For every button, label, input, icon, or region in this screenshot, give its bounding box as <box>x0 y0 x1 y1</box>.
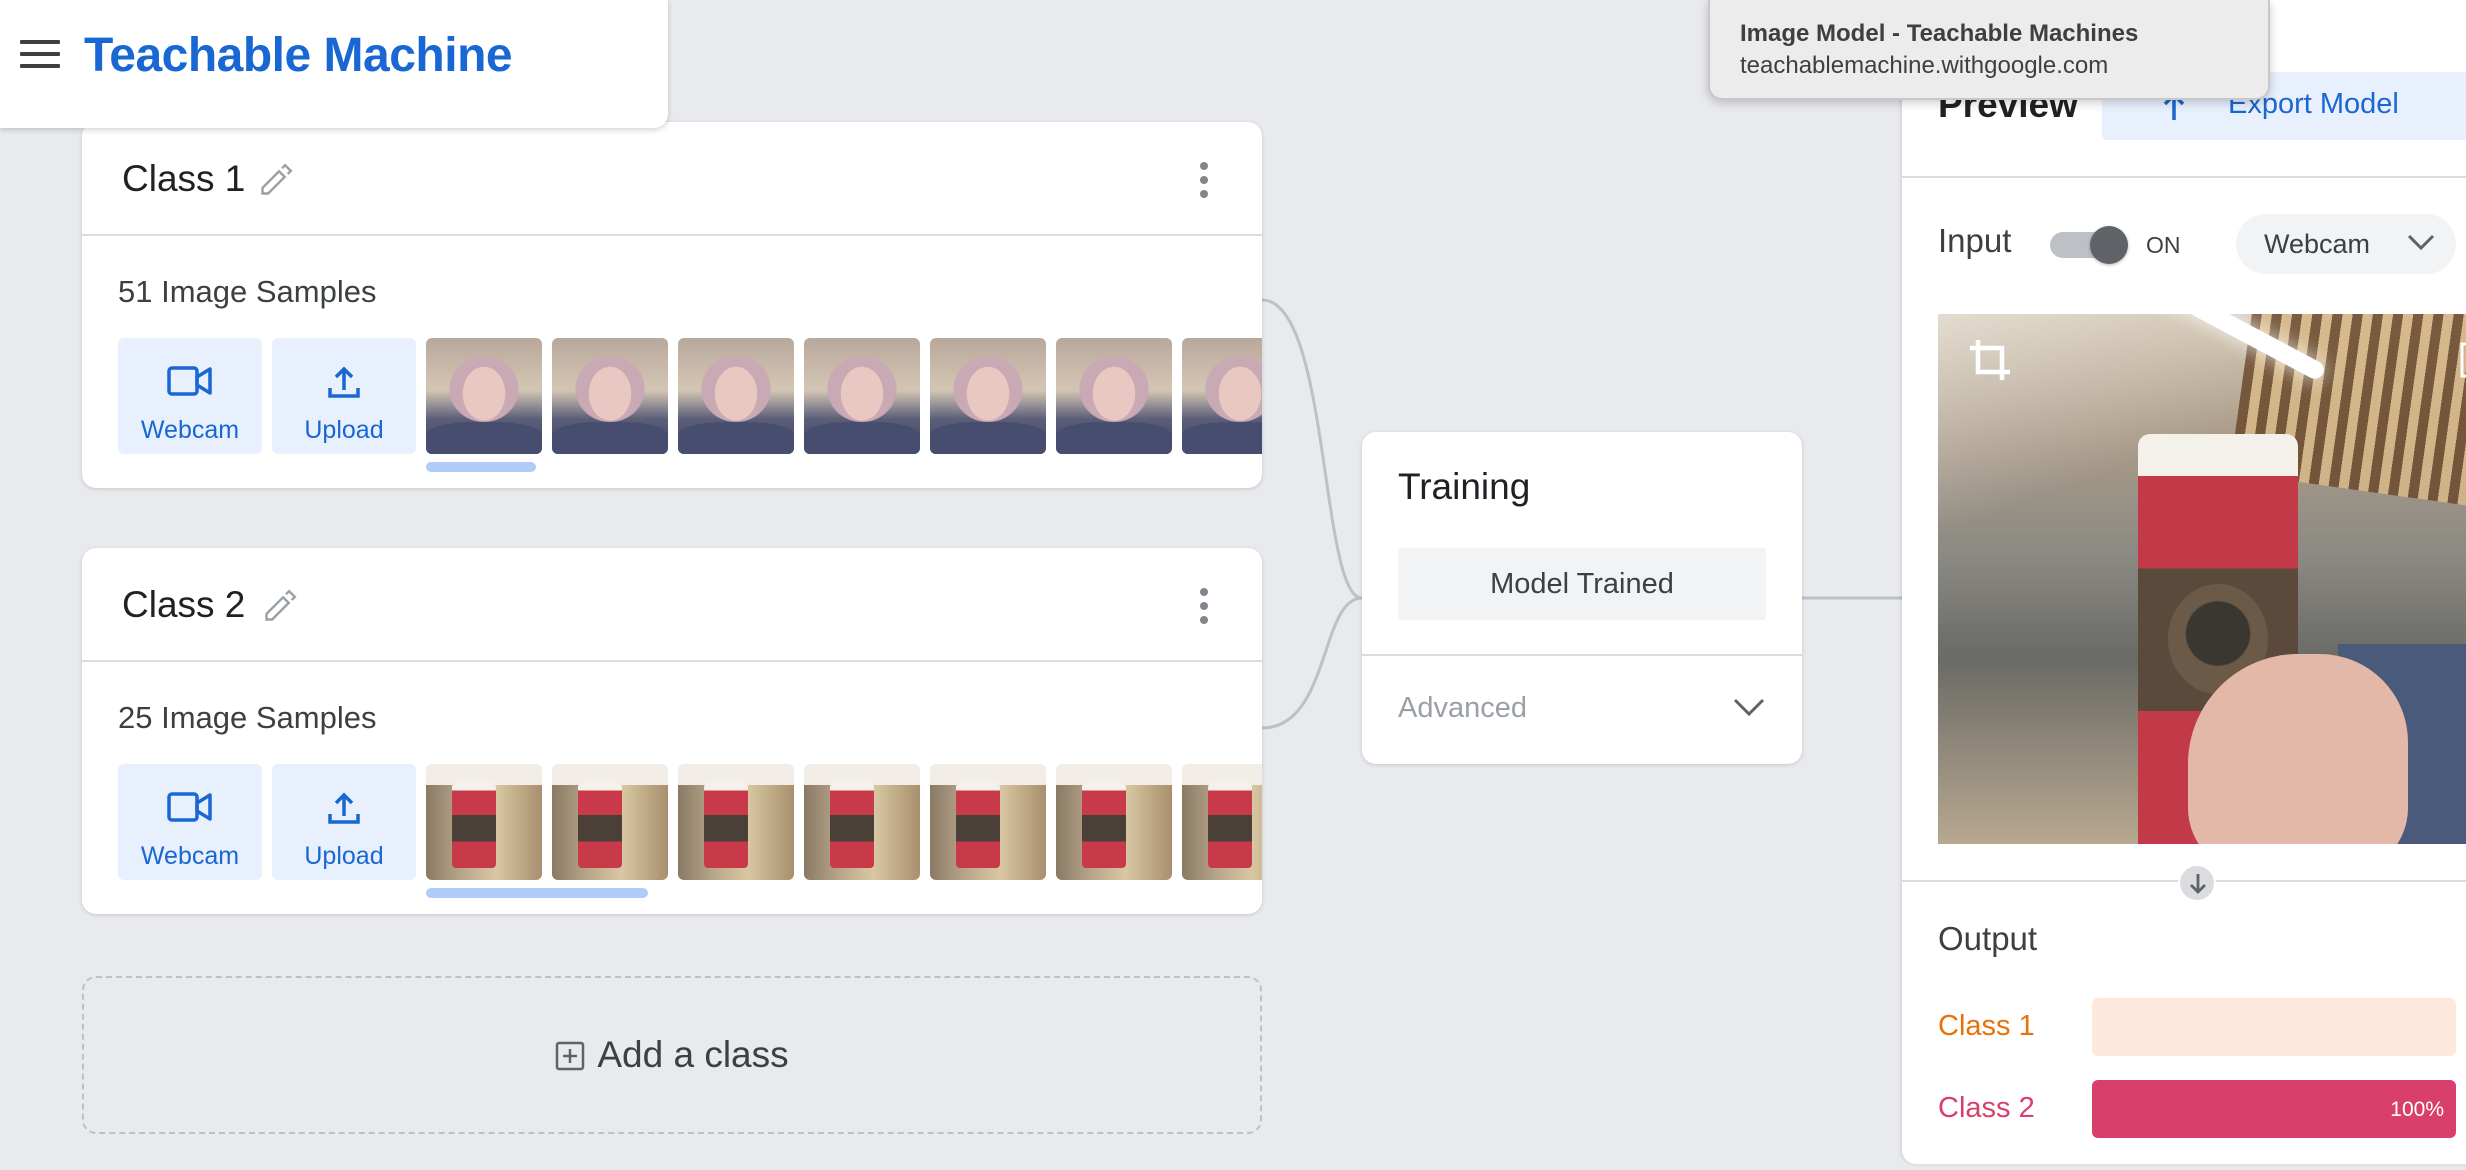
confidence-bar <box>2092 998 2456 1056</box>
input-toggle[interactable] <box>2050 226 2128 264</box>
sample-thumbnail[interactable] <box>552 764 668 880</box>
webcam-button[interactable]: Webcam <box>118 764 262 880</box>
upload-icon <box>328 792 360 824</box>
hamburger-menu-icon[interactable] <box>20 40 60 72</box>
model-trained-button[interactable]: Model Trained <box>1398 548 1766 620</box>
chevron-down-icon[interactable] <box>1732 696 1766 718</box>
class-card-1: Class 1 51 Image Samples Webcam Upload <box>82 122 1262 488</box>
class-card-2: Class 2 25 Image Samples Webcam Upload <box>82 548 1262 914</box>
webcam-button[interactable]: Webcam <box>118 338 262 454</box>
preview-panel: Preview Export Model Input ON Webcam Out… <box>1902 0 2466 1164</box>
class-name[interactable]: Class 2 <box>122 584 245 626</box>
sample-thumbnail[interactable] <box>930 764 1046 880</box>
add-class-content: Add a class <box>84 1034 1260 1076</box>
sample-thumbnail[interactable] <box>426 338 542 454</box>
edit-pencil-icon[interactable] <box>262 588 298 624</box>
upload-button-label: Upload <box>304 842 384 870</box>
input-source-value: Webcam <box>2264 229 2371 259</box>
app-header: Teachable Machine <box>0 0 668 128</box>
sample-thumbnail[interactable] <box>552 338 668 454</box>
more-options-icon[interactable] <box>1200 162 1210 200</box>
webcam-button-label: Webcam <box>140 416 240 444</box>
sample-thumbnail[interactable] <box>1182 764 1262 880</box>
upload-icon <box>328 366 360 398</box>
add-class-label: Add a class <box>597 1034 789 1075</box>
divider <box>1902 176 2466 178</box>
chevron-down-icon <box>2407 234 2435 251</box>
tooltip-url: teachablemachine.withgoogle.com <box>1740 52 2109 79</box>
samples-count: 25 Image Samples <box>118 700 377 735</box>
edit-pencil-icon[interactable] <box>258 162 294 198</box>
output-class-label: Class 2 <box>1938 1092 2035 1124</box>
sample-thumbnail[interactable] <box>678 338 794 454</box>
webcam-button-label: Webcam <box>140 842 240 870</box>
app-title[interactable]: Teachable Machine <box>84 28 513 83</box>
class-name[interactable]: Class 1 <box>122 158 245 200</box>
samples-scrollbar[interactable] <box>426 888 648 898</box>
input-source-select[interactable]: Webcam <box>2236 214 2456 274</box>
arrow-down-icon <box>2178 864 2216 902</box>
confidence-percent: 100% <box>2390 1098 2444 1121</box>
training-title: Training <box>1398 466 1531 507</box>
sample-thumbnail[interactable] <box>678 764 794 880</box>
divider <box>1362 654 1802 656</box>
sample-thumbnail[interactable] <box>804 764 920 880</box>
output-label: Output <box>1938 920 2038 957</box>
flip-icon[interactable] <box>2458 336 2466 384</box>
tooltip-title: Image Model - Teachable Machines <box>1740 20 2139 47</box>
videocam-icon <box>167 792 212 822</box>
sample-thumbnail[interactable] <box>426 764 542 880</box>
tab-hover-tooltip: Image Model - Teachable Machines teachab… <box>1708 0 2270 100</box>
training-card: Training Model Trained Advanced <box>1362 432 1802 764</box>
sample-thumbnail[interactable] <box>930 338 1046 454</box>
sample-thumbnail[interactable] <box>1056 764 1172 880</box>
advanced-toggle-label[interactable]: Advanced <box>1398 692 1527 725</box>
videocam-icon <box>167 366 212 396</box>
samples-scrollbar[interactable] <box>426 462 536 472</box>
crop-icon[interactable] <box>1966 336 2014 384</box>
confidence-bar: 100% <box>2092 1080 2456 1138</box>
more-options-icon[interactable] <box>1200 588 1210 626</box>
upload-button[interactable]: Upload <box>272 338 416 454</box>
toggle-state-label: ON <box>2146 232 2181 258</box>
upload-button-label: Upload <box>304 416 384 444</box>
sample-thumbnail[interactable] <box>804 338 920 454</box>
output-class-label: Class 1 <box>1938 1010 2035 1042</box>
class-card-header: Class 2 <box>82 548 1262 662</box>
upload-button[interactable]: Upload <box>272 764 416 880</box>
webcam-preview <box>1938 314 2466 844</box>
sample-thumbnail[interactable] <box>1182 338 1262 454</box>
add-box-icon <box>556 1041 585 1071</box>
input-label: Input <box>1938 222 2012 259</box>
add-class-button[interactable]: Add a class <box>82 976 1262 1134</box>
class-card-header: Class 1 <box>82 122 1262 236</box>
sample-thumbnail[interactable] <box>1056 338 1172 454</box>
samples-count: 51 Image Samples <box>118 274 377 309</box>
